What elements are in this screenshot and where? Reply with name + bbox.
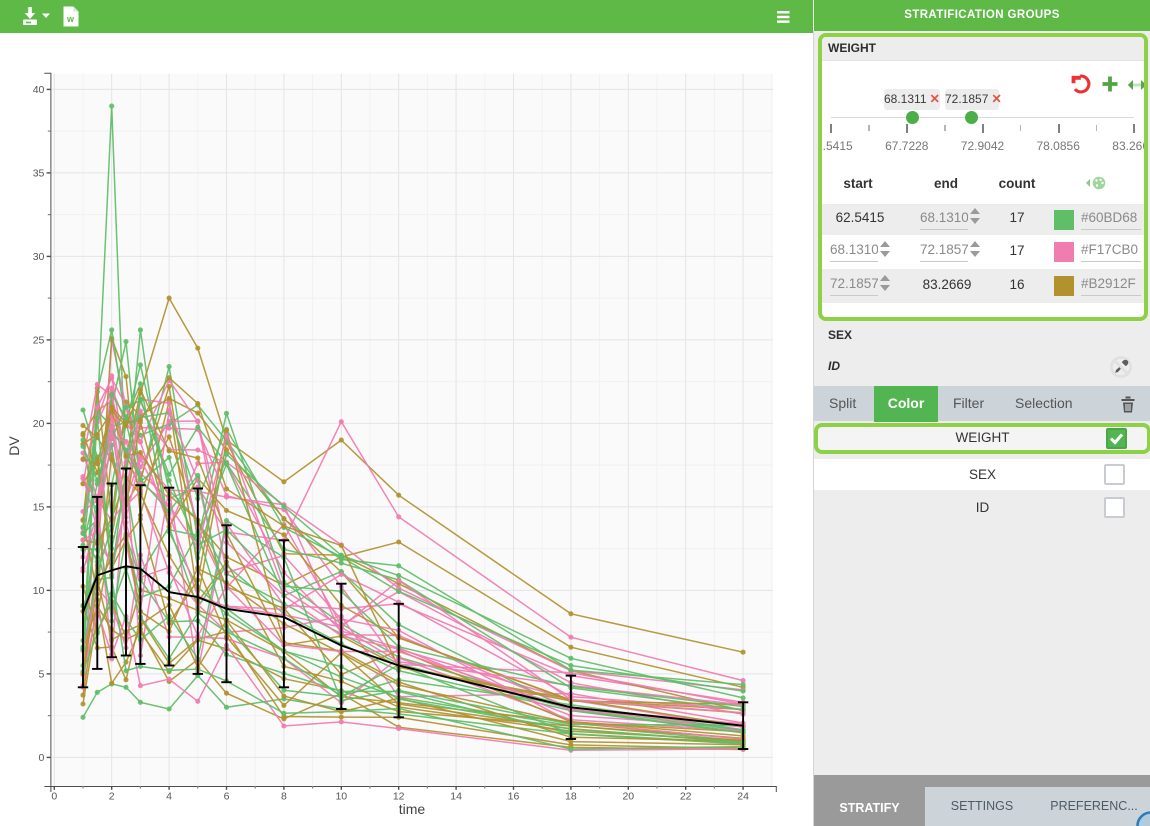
svg-text:10: 10 (33, 585, 45, 597)
svg-text:20: 20 (33, 418, 45, 430)
svg-text:w: w (66, 14, 75, 24)
svg-text:35: 35 (33, 168, 45, 180)
svg-text:0: 0 (39, 752, 45, 764)
svg-text:6: 6 (224, 791, 230, 803)
svg-text:DV: DV (6, 436, 22, 456)
svg-text:4: 4 (166, 791, 172, 803)
svg-text:20: 20 (622, 791, 634, 803)
svg-text:15: 15 (33, 502, 45, 514)
svg-text:16: 16 (508, 791, 520, 803)
svg-text:18: 18 (565, 791, 577, 803)
svg-text:22: 22 (680, 791, 692, 803)
svg-text:30: 30 (33, 251, 45, 263)
svg-text:14: 14 (450, 791, 462, 803)
svg-text:24: 24 (737, 791, 749, 803)
svg-text:0: 0 (51, 791, 57, 803)
svg-text:time: time (399, 801, 426, 817)
svg-text:8: 8 (281, 791, 287, 803)
svg-text:40: 40 (33, 84, 45, 96)
svg-text:25: 25 (33, 335, 45, 347)
svg-text:5: 5 (39, 669, 45, 681)
svg-text:2: 2 (109, 791, 115, 803)
svg-text:10: 10 (335, 791, 347, 803)
